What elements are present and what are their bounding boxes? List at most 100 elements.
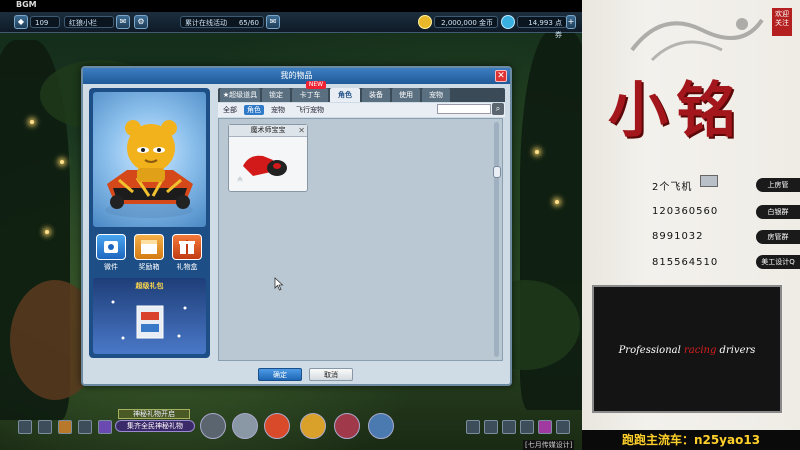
widget-label: 微件 [104,263,118,271]
magician-character-icon [237,155,287,182]
widget-icon [104,241,118,253]
dialog-title: 我的物品 [83,68,510,84]
item-card[interactable]: 魔术师宝宝 ✕ [228,124,308,192]
coins-display: 2,000,000 金币 [434,16,498,28]
bag-icon[interactable] [78,420,92,434]
banner-racing: racing [683,345,717,356]
help-icon[interactable] [98,420,112,434]
banner-post: drivers [716,345,756,356]
streamer-title: 小铭 [608,76,744,146]
welcome-seal: 欢迎关注 [772,8,792,36]
professional-banner: Professional racing drivers [592,285,782,413]
settings-icon[interactable]: ⚙ [134,15,148,29]
points-display: 14,993 点券 [517,16,567,39]
my-items-dialog: 我的物品 ✕ 微件 奖励箱 礼物盒 超级礼包 ★超级道具 锁定 卡丁车 NEW … [81,66,512,386]
banner-pre: Professional [618,345,684,356]
top-status-bar: ◆ 109 红狼小栏 ✉ ⚙ 累计在线活动 65/60 ✉ 2,000,000 … [0,12,582,39]
online-event-bar[interactable]: 累计在线活动 65/60 [180,16,264,28]
gift-pack-title: 超级礼包 [135,282,164,290]
search-input[interactable] [437,104,491,114]
info-tag-silver-group: 白银群 [756,205,800,219]
shop-icon[interactable] [58,420,72,434]
bgm-bar: BGM [0,0,582,12]
message-icon[interactable]: ✉ [116,15,130,29]
mystery-gift-banner[interactable]: 神秘礼物开启 [118,409,190,419]
sound-icon[interactable] [466,420,480,434]
character-preview [93,92,206,227]
tab-super-items[interactable]: ★超级道具 [220,88,260,102]
scrollbar-track[interactable] [494,122,499,357]
tab-locked[interactable]: 锁定 [262,88,290,102]
plus-icon[interactable]: + [566,15,576,29]
mail-icon[interactable]: ✉ [266,15,280,29]
garage-icon[interactable] [200,413,226,439]
subtab-pet[interactable]: 宠物 [268,105,288,115]
pet-shop-icon[interactable] [300,413,326,439]
player-name: 红狼小栏 [64,16,114,28]
bgm-label: BGM [16,0,37,9]
camera-icon[interactable] [484,420,498,434]
online-event-label: 累计在线活动 [185,19,227,27]
gift-box-icon [179,240,195,254]
reward-box-button[interactable] [134,234,164,260]
streamer-footer: 跑跑主流车：n25yao13 [582,430,800,450]
super-gift-pack[interactable]: 超级礼包 [93,278,206,354]
tab-use[interactable]: 使用 [392,88,420,102]
streamer-overlay: 欢迎关注 小铭 2个飞机 上房管 120360560 白银群 8991032 房… [582,0,800,450]
ranking-icon[interactable] [368,413,394,439]
mission-icon[interactable] [538,420,552,434]
online-event-count: 65/60 [238,19,259,27]
points-icon [501,15,515,29]
level-icon: ◆ [14,15,28,29]
widget-button[interactable] [96,234,126,260]
firefly-decoration [45,230,49,234]
firefly-decoration [30,120,34,124]
gift-box-label: 礼物盒 [176,263,198,271]
tab-equipment[interactable]: 装备 [362,88,390,102]
firefly-decoration [555,200,559,204]
tuning-icon[interactable] [232,413,258,439]
cancel-button[interactable]: 取消 [309,368,353,381]
game-window: BGM ◆ 109 红狼小栏 ✉ ⚙ 累计在线活动 65/60 ✉ 2,000,… [0,0,582,450]
info-row-group-manager: 8991032 [652,231,704,242]
character-panel: 微件 奖励箱 礼物盒 超级礼包 [89,88,210,358]
plane-thumbnail-icon [700,175,718,187]
items-grid: 魔术师宝宝 ✕ [218,118,503,361]
banner-text: Professional racing drivers [594,345,780,356]
info-row-designer: 815564510 [652,257,719,268]
chat-icon[interactable] [18,420,32,434]
level-display: 109 [30,16,60,28]
tab-pet[interactable]: 宠物 [422,88,450,102]
info-row-plane: 2个飞机 [652,182,693,193]
item-close-icon[interactable]: ✕ [298,125,305,136]
rank-bottom-icon[interactable] [520,420,534,434]
scrollbar-thumb[interactable] [493,166,501,178]
friends-icon[interactable] [38,420,52,434]
firefly-decoration [535,150,539,154]
tab-kart[interactable]: 卡丁车 [292,88,328,102]
mystery-gift-button[interactable]: 集齐全民神秘礼物 [115,420,195,432]
subtab-all[interactable]: 全部 [220,105,240,115]
new-badge: NEW [306,81,326,89]
info-tag-manager-group: 房管群 [756,230,800,244]
coin-icon [418,15,432,29]
info-tag-designer: 美工设计Q [756,255,800,269]
firefly-decoration [60,160,64,164]
close-button[interactable]: ✕ [495,70,507,82]
subtab-character[interactable]: 角色 [244,105,264,115]
info-row-group-silver: 120360560 [652,206,719,217]
options-icon[interactable] [556,420,570,434]
info-tag-room-manager: 上房管 [756,178,800,192]
mouse-cursor-icon [274,277,284,291]
character-kart-icon [105,120,193,218]
reward-box-label: 奖励箱 [138,263,160,271]
bottom-toolbar [0,410,582,450]
tab-character[interactable]: 角色 [330,88,360,102]
race-icon[interactable] [264,413,290,439]
search-icon[interactable]: ⌕ [492,103,504,115]
gift-box-button[interactable] [172,234,202,260]
confirm-button[interactable]: 确定 [258,368,302,381]
mail-bottom-icon[interactable] [502,420,516,434]
subtab-flying-pet[interactable]: 飞行宠物 [292,105,328,115]
team-icon[interactable] [334,413,360,439]
